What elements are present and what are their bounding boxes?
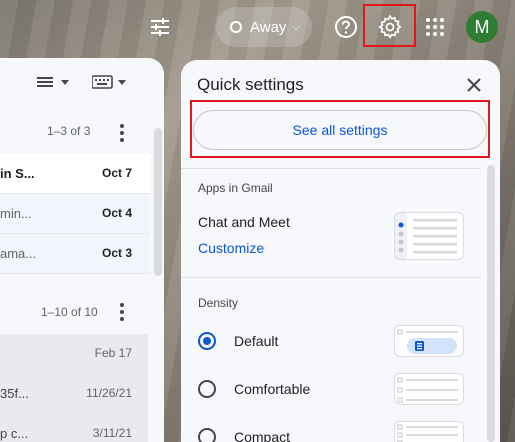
row-sender: in S... bbox=[0, 166, 35, 181]
more-vert-icon[interactable] bbox=[119, 124, 125, 142]
quick-settings-scrollbar[interactable] bbox=[487, 165, 495, 442]
density-section-label: Density bbox=[198, 296, 239, 310]
filter-icon[interactable] bbox=[148, 15, 172, 39]
row-date: Oct 3 bbox=[101, 246, 132, 260]
density-comfortable-radio[interactable] bbox=[198, 380, 216, 398]
density-default-radio[interactable] bbox=[198, 332, 216, 350]
mail-scrollbar[interactable] bbox=[154, 128, 162, 276]
chevron-down-icon: ⌵ bbox=[292, 21, 301, 33]
divider bbox=[181, 277, 481, 278]
density-option-label[interactable]: Default bbox=[234, 333, 278, 349]
section-count: 1–3 of 3 bbox=[47, 124, 91, 138]
row-date: Oct 4 bbox=[101, 206, 132, 220]
table-row[interactable]: ama... Oct 3 bbox=[0, 234, 150, 274]
density-comfortable-thumbnail bbox=[394, 373, 464, 405]
density-compact-radio[interactable] bbox=[198, 428, 216, 442]
chat-meet-label: Chat and Meet bbox=[198, 214, 290, 230]
row-date: 11/26/21 bbox=[86, 386, 132, 400]
density-option-label[interactable]: Comfortable bbox=[234, 381, 310, 397]
divider bbox=[181, 168, 481, 169]
close-icon[interactable] bbox=[465, 76, 483, 94]
table-row[interactable]: min... Oct 4 bbox=[0, 194, 150, 234]
row-sender: 35f... bbox=[0, 386, 29, 401]
density-option-label[interactable]: Compact bbox=[234, 429, 290, 442]
density-default-thumbnail bbox=[394, 325, 464, 357]
list-view-icon[interactable] bbox=[37, 75, 71, 89]
row-date: 3/11/21 bbox=[92, 426, 132, 440]
row-sender: ama... bbox=[0, 246, 37, 261]
density-compact-thumbnail bbox=[394, 421, 464, 442]
mail-list-panel: 1–3 of 3 in S... Oct 7 min... Oct 4 ama.… bbox=[0, 58, 164, 442]
row-date: Oct 7 bbox=[101, 166, 132, 180]
apps-section-label: Apps in Gmail bbox=[198, 181, 273, 195]
status-button[interactable]: Away ⌵ bbox=[216, 7, 312, 47]
table-row[interactable]: in S... Oct 7 bbox=[0, 154, 150, 194]
section-count: 1–10 of 10 bbox=[41, 305, 98, 319]
chat-meet-thumbnail bbox=[394, 212, 464, 260]
help-icon[interactable] bbox=[334, 15, 358, 39]
table-row[interactable]: Feb 17 bbox=[0, 334, 148, 374]
table-row[interactable]: 35f... 11/26/21 bbox=[0, 374, 148, 414]
row-sender: p c... bbox=[0, 426, 29, 441]
avatar[interactable]: M bbox=[466, 11, 498, 43]
quick-settings-title: Quick settings bbox=[197, 75, 304, 94]
more-vert-icon[interactable] bbox=[119, 303, 125, 321]
gear-icon[interactable] bbox=[377, 14, 403, 40]
see-all-highlight-box bbox=[190, 100, 490, 158]
status-ring-icon bbox=[230, 21, 242, 33]
apps-icon[interactable] bbox=[424, 16, 446, 38]
customize-link[interactable]: Customize bbox=[198, 240, 264, 256]
table-row[interactable]: p c... 3/11/21 bbox=[0, 414, 148, 442]
status-label: Away bbox=[250, 18, 287, 36]
row-date: Feb 17 bbox=[94, 346, 132, 360]
row-sender: min... bbox=[0, 206, 32, 221]
keyboard-icon[interactable] bbox=[91, 75, 128, 89]
